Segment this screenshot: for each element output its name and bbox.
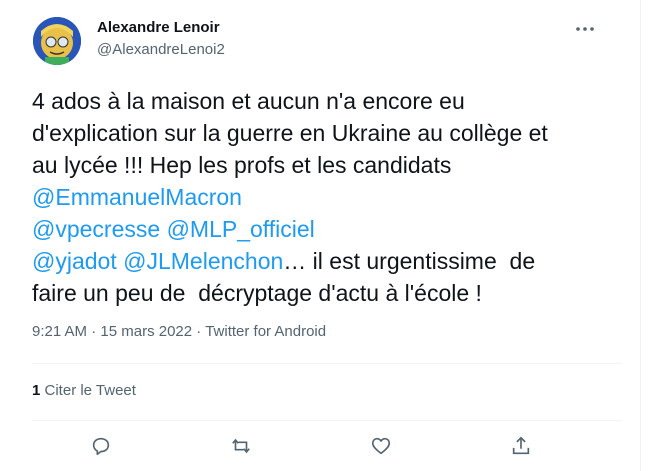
- more-options-button[interactable]: [574, 18, 596, 40]
- retweet-icon: [232, 438, 250, 454]
- tweet-actions: [32, 425, 622, 465]
- tweet-card: Alexandre Lenoir @AlexandreLenoi2 4 ados…: [0, 0, 641, 471]
- mention-link[interactable]: @EmmanuelMacron: [32, 184, 242, 210]
- scroll-area: [641, 0, 659, 471]
- mention-link[interactable]: @MLP_officiel: [167, 216, 315, 242]
- meta-separator: ·: [196, 323, 202, 340]
- author-name[interactable]: Alexandre Lenoir: [97, 18, 225, 38]
- more-dots-icon: [576, 27, 594, 31]
- avatar[interactable]: [33, 17, 81, 65]
- tweet-text-line: d'explication sur la guerre en Ukraine a…: [32, 120, 548, 146]
- tweet-text-line: faire un peu de décryptage d'actu à l'éc…: [32, 280, 482, 306]
- mention-link[interactable]: @yjadot: [32, 248, 117, 274]
- reply-button[interactable]: [86, 431, 116, 461]
- tweet-text: 4 ados à la maison et aucun n'a encore e…: [32, 85, 632, 309]
- like-button[interactable]: [366, 431, 396, 461]
- quote-count: 1: [32, 382, 41, 399]
- mention-link[interactable]: @JLMelenchon: [123, 248, 283, 274]
- quote-tweets-link[interactable]: 1 Citer le Tweet: [32, 381, 136, 401]
- tweet-header: Alexandre Lenoir @AlexandreLenoi2: [97, 18, 225, 60]
- quote-label: Citer le Tweet: [44, 382, 136, 399]
- divider: [32, 420, 622, 421]
- divider: [32, 363, 622, 364]
- retweet-button[interactable]: [226, 431, 256, 461]
- tweet-source[interactable]: Twitter for Android: [205, 323, 326, 340]
- tweet-date[interactable]: 15 mars 2022: [100, 323, 192, 340]
- tweet-text-line: … il est urgentissime de: [283, 248, 536, 274]
- share-button[interactable]: [506, 431, 536, 461]
- mention-link[interactable]: @vpecresse: [32, 216, 160, 242]
- tweet-time[interactable]: 9:21 AM: [32, 323, 87, 340]
- tweet-metadata: 9:21 AM · 15 mars 2022 · Twitter for And…: [32, 322, 326, 342]
- tweet-text-line: 4 ados à la maison et aucun n'a encore e…: [32, 88, 465, 114]
- tweet-text-line: au lycée !!! Hep les profs et les candid…: [32, 152, 452, 178]
- meta-separator: ·: [91, 323, 97, 340]
- author-handle[interactable]: @AlexandreLenoi2: [97, 40, 225, 60]
- heart-icon: [371, 437, 391, 455]
- share-icon: [512, 436, 530, 455]
- reply-icon: [92, 437, 110, 456]
